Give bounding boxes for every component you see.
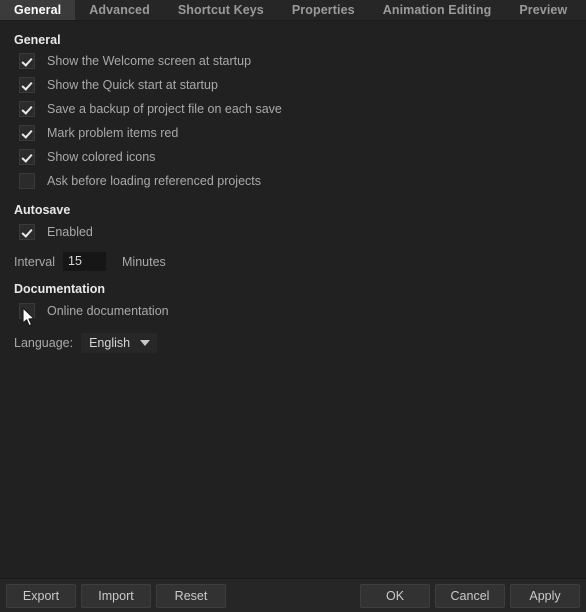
checkbox-show-quick-start[interactable]: [19, 76, 35, 93]
checkbox-row-online-documentation[interactable]: Online documentation: [19, 302, 169, 319]
checkbox-row-ask-before-loading-referenced-projects[interactable]: Ask before loading referenced projects: [19, 172, 261, 189]
checkbox-label: Mark problem items red: [47, 125, 179, 140]
tab-label: Preview: [519, 3, 568, 17]
tab-advanced[interactable]: Advanced: [75, 0, 164, 20]
import-button[interactable]: Import: [81, 584, 151, 608]
checkbox-label: Enabled: [47, 224, 93, 239]
checkbox-row-autosave-enabled[interactable]: Enabled: [19, 223, 93, 240]
ok-button[interactable]: OK: [360, 584, 430, 608]
language-dropdown[interactable]: English: [81, 332, 158, 353]
reset-button[interactable]: Reset: [156, 584, 226, 608]
checkbox-show-colored-icons[interactable]: [19, 148, 35, 165]
checkbox-label: Show the Welcome screen at startup: [47, 53, 252, 68]
tab-animation-editing[interactable]: Animation Editing: [369, 0, 506, 20]
cancel-button[interactable]: Cancel: [435, 584, 505, 608]
language-row: Language: English: [14, 332, 158, 353]
checkbox-show-welcome-screen[interactable]: [19, 52, 35, 69]
checkbox-autosave-enabled[interactable]: [19, 223, 35, 240]
dialog-button-bar: Export Import Reset OK Cancel Apply: [0, 578, 586, 612]
interval-unit-label: Minutes: [122, 254, 166, 269]
tab-properties[interactable]: Properties: [278, 0, 369, 20]
tab-label: General: [14, 3, 62, 17]
checkbox-label: Show the Quick start at startup: [47, 77, 218, 92]
checkbox-save-backup[interactable]: [19, 100, 35, 117]
tab-label: Properties: [291, 3, 355, 17]
checkbox-mark-problem-items-red[interactable]: [19, 124, 35, 141]
tab-label: Shortcut Keys: [177, 3, 264, 17]
tab-label: Advanced: [89, 3, 150, 17]
tab-bar: General Advanced Shortcut Keys Propertie…: [0, 0, 586, 21]
autosave-interval-row: Interval Minutes: [14, 252, 166, 271]
preferences-panel: General Show the Welcome screen at start…: [0, 21, 586, 578]
checkbox-label: Save a backup of project file on each sa…: [47, 101, 282, 116]
export-button[interactable]: Export: [6, 584, 76, 608]
checkbox-ask-before-loading-referenced-projects[interactable]: [19, 172, 35, 189]
checkbox-label: Ask before loading referenced projects: [47, 173, 262, 188]
checkbox-row-show-quick-start[interactable]: Show the Quick start at startup: [19, 76, 218, 93]
interval-label: Interval: [14, 254, 55, 269]
checkbox-row-show-colored-icons[interactable]: Show colored icons: [19, 148, 155, 165]
checkbox-label: Online documentation: [47, 303, 169, 318]
checkbox-online-documentation[interactable]: [19, 302, 35, 319]
checkbox-label: Show colored icons: [47, 149, 156, 164]
section-header-autosave: Autosave: [14, 203, 71, 217]
tab-shortcut-keys[interactable]: Shortcut Keys: [164, 0, 278, 20]
language-label: Language:: [14, 335, 74, 350]
tab-preview[interactable]: Preview: [505, 0, 581, 20]
checkbox-row-show-welcome-screen[interactable]: Show the Welcome screen at startup: [19, 52, 251, 69]
autosave-interval-input[interactable]: [63, 252, 106, 271]
tab-general[interactable]: General: [0, 0, 76, 20]
tab-label: Animation Editing: [382, 3, 492, 17]
checkbox-row-mark-problem-items-red[interactable]: Mark problem items red: [19, 124, 178, 141]
section-header-general: General: [14, 33, 61, 47]
section-header-documentation: Documentation: [14, 282, 105, 296]
apply-button[interactable]: Apply: [510, 584, 580, 608]
chevron-down-icon: [140, 339, 151, 346]
checkbox-row-save-backup[interactable]: Save a backup of project file on each sa…: [19, 100, 282, 117]
language-selected-value: English: [89, 335, 131, 350]
